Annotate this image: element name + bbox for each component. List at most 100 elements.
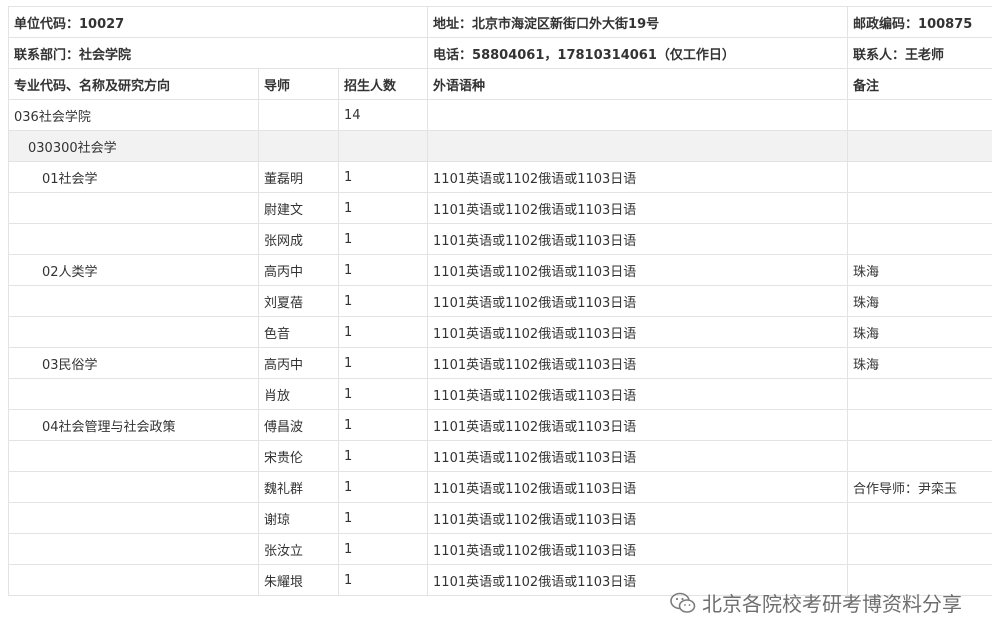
direction-cell — [8, 192, 259, 224]
language-cell: 1101英语或1102俄语或1103日语 — [427, 285, 849, 317]
tutor-cell: 张汝立 — [258, 533, 339, 565]
phone: 电话：58804061，17810314061（仅工作日） — [427, 37, 849, 69]
contact: 联系人：王老师 — [847, 37, 992, 69]
note-cell — [847, 440, 992, 472]
count-cell: 1 — [337, 471, 429, 503]
header-direction: 专业代码、名称及研究方向 — [8, 68, 259, 100]
language-cell: 1101英语或1102俄语或1103日语 — [427, 440, 849, 472]
direction-cell: 03民俗学 — [8, 347, 259, 379]
tutor-cell: 尉建文 — [258, 192, 339, 224]
table-row: 刘夏蓓 1 1101英语或1102俄语或1103日语 珠海 — [8, 285, 992, 317]
watermark-text: 北京各院校考研考博资料分享 — [702, 592, 962, 616]
college-tutor — [258, 99, 339, 131]
count-cell: 1 — [337, 161, 429, 193]
wechat-icon — [670, 592, 696, 613]
table-row: 魏礼群 1 1101英语或1102俄语或1103日语 合作导师：尹栾玉 — [8, 471, 992, 503]
count-cell: 1 — [337, 316, 429, 348]
language-cell: 1101英语或1102俄语或1103日语 — [427, 378, 849, 410]
direction-cell: 02人类学 — [8, 254, 259, 286]
note-cell — [847, 161, 992, 193]
major-row: 030300社会学 — [8, 130, 992, 162]
direction-cell: 01社会学 — [8, 161, 259, 193]
tutor-cell: 董磊明 — [258, 161, 339, 193]
tutor-cell: 朱耀垠 — [258, 564, 339, 596]
major-tutor — [258, 130, 339, 162]
tutor-cell: 魏礼群 — [258, 471, 339, 503]
tutor-cell: 高丙中 — [258, 254, 339, 286]
header-count: 招生人数 — [337, 68, 429, 100]
note-cell: 珠海 — [847, 316, 992, 348]
table-row: 02人类学 高丙中 1 1101英语或1102俄语或1103日语 珠海 — [8, 254, 992, 286]
direction-cell — [8, 378, 259, 410]
tutor-cell: 宋贵伦 — [258, 440, 339, 472]
language-cell: 1101英语或1102俄语或1103日语 — [427, 161, 849, 193]
header-tutor: 导师 — [258, 68, 339, 100]
direction-cell — [8, 285, 259, 317]
header-note: 备注 — [847, 68, 992, 100]
college-name: 036社会学院 — [8, 99, 259, 131]
language-cell: 1101英语或1102俄语或1103日语 — [427, 409, 849, 441]
count-cell: 1 — [337, 502, 429, 534]
direction-cell — [8, 533, 259, 565]
direction-cell — [8, 502, 259, 534]
direction-cell — [8, 223, 259, 255]
address: 地址：北京市海淀区新街口外大街19号 — [427, 6, 849, 38]
note-cell — [847, 223, 992, 255]
table-row: 04社会管理与社会政策 傅昌波 1 1101英语或1102俄语或1103日语 — [8, 409, 992, 441]
tutor-cell: 色音 — [258, 316, 339, 348]
college-row: 036社会学院 14 — [8, 99, 992, 131]
count-cell: 1 — [337, 192, 429, 224]
header-language: 外语语种 — [427, 68, 849, 100]
info-row-1: 单位代码：10027 地址：北京市海淀区新街口外大街19号 邮政编码：10087… — [7, 6, 992, 38]
language-cell: 1101英语或1102俄语或1103日语 — [427, 316, 849, 348]
direction-cell — [8, 471, 259, 503]
language-cell: 1101英语或1102俄语或1103日语 — [427, 502, 849, 534]
direction-cell — [8, 440, 259, 472]
count-cell: 1 — [337, 347, 429, 379]
count-cell: 1 — [337, 440, 429, 472]
table-row: 宋贵伦 1 1101英语或1102俄语或1103日语 — [8, 440, 992, 472]
college-language — [427, 99, 849, 131]
table-row: 张汝立 1 1101英语或1102俄语或1103日语 — [8, 533, 992, 565]
table-row: 01社会学 董磊明 1 1101英语或1102俄语或1103日语 — [8, 161, 992, 193]
info-row-2: 联系部门：社会学院 电话：58804061，17810314061（仅工作日） … — [7, 37, 992, 69]
table-row: 张网成 1 1101英语或1102俄语或1103日语 — [8, 223, 992, 255]
note-cell — [847, 409, 992, 441]
direction-cell: 04社会管理与社会政策 — [8, 409, 259, 441]
college-count: 14 — [337, 99, 429, 131]
language-cell: 1101英语或1102俄语或1103日语 — [427, 347, 849, 379]
language-cell: 1101英语或1102俄语或1103日语 — [427, 223, 849, 255]
table-row: 尉建文 1 1101英语或1102俄语或1103日语 — [8, 192, 992, 224]
count-cell: 1 — [337, 223, 429, 255]
count-cell: 1 — [337, 564, 429, 596]
count-cell: 1 — [337, 378, 429, 410]
table-row: 谢琼 1 1101英语或1102俄语或1103日语 — [8, 502, 992, 534]
note-cell — [847, 533, 992, 565]
note-cell: 珠海 — [847, 254, 992, 286]
language-cell: 1101英语或1102俄语或1103日语 — [427, 254, 849, 286]
postcode: 邮政编码：100875 — [847, 6, 992, 38]
admissions-table: 单位代码：10027 地址：北京市海淀区新街口外大街19号 邮政编码：10087… — [7, 6, 992, 596]
department: 联系部门：社会学院 — [7, 37, 429, 69]
college-note — [847, 99, 992, 131]
direction-cell — [8, 316, 259, 348]
table-row: 色音 1 1101英语或1102俄语或1103日语 珠海 — [8, 316, 992, 348]
major-name: 030300社会学 — [8, 130, 259, 162]
note-cell — [847, 502, 992, 534]
language-cell: 1101英语或1102俄语或1103日语 — [427, 471, 849, 503]
watermark: 北京各院校考研考博资料分享 — [670, 588, 962, 617]
count-cell: 1 — [337, 285, 429, 317]
major-language — [427, 130, 849, 162]
note-cell — [847, 192, 992, 224]
language-cell: 1101英语或1102俄语或1103日语 — [427, 533, 849, 565]
table-row: 肖放 1 1101英语或1102俄语或1103日语 — [8, 378, 992, 410]
major-note — [847, 130, 992, 162]
note-cell — [847, 378, 992, 410]
tutor-cell: 肖放 — [258, 378, 339, 410]
count-cell: 1 — [337, 254, 429, 286]
tutor-cell: 刘夏蓓 — [258, 285, 339, 317]
count-cell: 1 — [337, 533, 429, 565]
tutor-cell: 谢琼 — [258, 502, 339, 534]
note-cell: 珠海 — [847, 285, 992, 317]
unit-code: 单位代码：10027 — [7, 6, 429, 38]
